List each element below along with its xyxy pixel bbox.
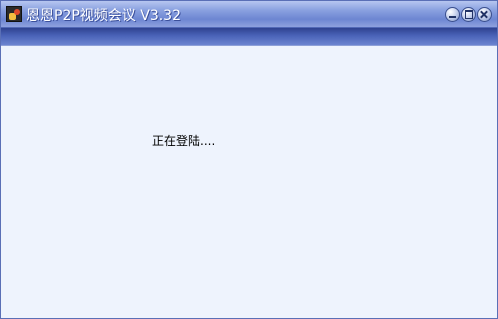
main-content: 正在登陆.... [1, 46, 497, 318]
minimize-button[interactable] [445, 7, 460, 22]
close-button[interactable] [477, 7, 492, 22]
minimize-icon [449, 15, 456, 18]
login-status-text: 正在登陆.... [152, 134, 216, 148]
app-window: 恩恩P2P视频会议 V3.32 正在登陆.... [0, 0, 498, 319]
restore-icon [464, 10, 473, 19]
window-title: 恩恩P2P视频会议 V3.32 [26, 8, 181, 24]
close-icon [480, 10, 489, 19]
header-band [1, 28, 497, 46]
title-bar[interactable]: 恩恩P2P视频会议 V3.32 [1, 1, 497, 28]
app-logo-icon[interactable] [6, 6, 22, 22]
restore-button[interactable] [461, 7, 476, 22]
